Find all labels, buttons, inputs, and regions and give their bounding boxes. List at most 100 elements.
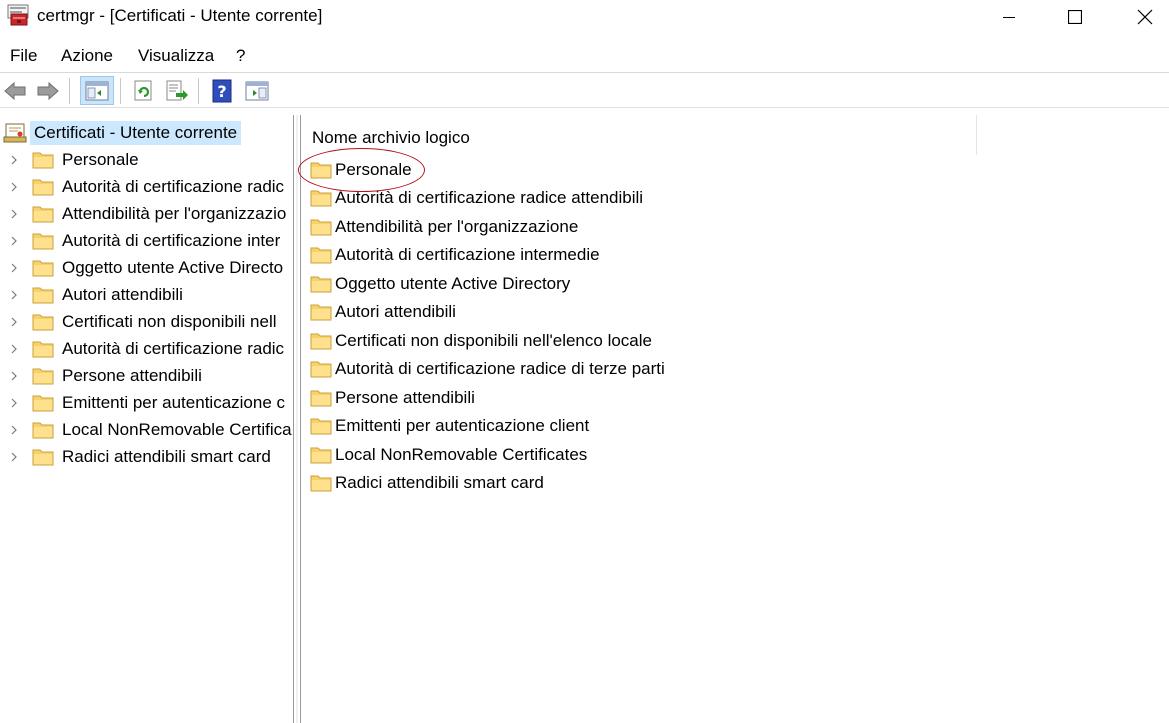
tree-item-label: Autorità di certificazione radic bbox=[62, 177, 285, 196]
folder-icon bbox=[310, 418, 332, 435]
column-divider[interactable] bbox=[976, 115, 977, 155]
toolbar-separator bbox=[120, 78, 121, 104]
folder-icon bbox=[310, 162, 332, 179]
tree-item[interactable]: Persone attendibili bbox=[0, 363, 293, 390]
folder-icon bbox=[32, 395, 54, 412]
folder-icon bbox=[310, 361, 332, 378]
tree-item-label: Autorità di certificazione inter bbox=[62, 231, 281, 250]
export-list-button[interactable] bbox=[164, 78, 190, 104]
tree-item[interactable]: Local NonRemovable Certifica bbox=[0, 417, 293, 444]
pane-splitter[interactable] bbox=[293, 115, 301, 723]
menu-help[interactable]: ? bbox=[236, 46, 245, 66]
export-list-icon bbox=[166, 80, 188, 101]
column-header-name[interactable]: Nome archivio logico bbox=[312, 128, 470, 148]
tree-item[interactable]: Attendibilità per l'organizzazio bbox=[0, 201, 293, 228]
tree-item[interactable]: Autori attendibili bbox=[0, 282, 293, 309]
list-item[interactable]: Oggetto utente Active Directory bbox=[301, 270, 1161, 298]
tree-item[interactable]: Personale bbox=[0, 147, 293, 174]
toolbar-separator bbox=[198, 78, 199, 104]
list-item-label: Emittenti per autenticazione client bbox=[335, 416, 590, 435]
tree-item-label: Attendibilità per l'organizzazio bbox=[62, 204, 287, 223]
close-button[interactable] bbox=[1122, 0, 1168, 33]
tree-item-label: Personale bbox=[62, 150, 139, 169]
list-item[interactable]: Attendibilità per l'organizzazione bbox=[301, 213, 1161, 241]
chevron-right-icon[interactable] bbox=[8, 370, 20, 382]
tree-item-label: Radici attendibili smart card bbox=[62, 447, 271, 466]
chevron-right-icon[interactable] bbox=[8, 424, 20, 436]
certmgr-app-icon[interactable] bbox=[7, 4, 31, 26]
folder-icon bbox=[32, 449, 54, 466]
pane-splitter-grip bbox=[296, 115, 298, 723]
chevron-right-icon[interactable] bbox=[8, 343, 20, 355]
list-item[interactable]: Personale bbox=[301, 156, 1161, 184]
details-list[interactable]: Nome archivio logico Personale Autorità … bbox=[301, 115, 1169, 723]
toolbar-divider bbox=[0, 107, 1169, 108]
chevron-right-icon[interactable] bbox=[8, 208, 20, 220]
list-item[interactable]: Local NonRemovable Certificates bbox=[301, 441, 1161, 469]
list-item-label: Radici attendibili smart card bbox=[335, 473, 544, 492]
window-title: certmgr - [Certificati - Utente corrente… bbox=[37, 6, 323, 25]
folder-icon bbox=[310, 447, 332, 464]
list-item[interactable]: Autorità di certificazione radice di ter… bbox=[301, 355, 1161, 383]
list-item[interactable]: Autori attendibili bbox=[301, 298, 1161, 326]
tree-root-label: Certificati - Utente corrente bbox=[30, 121, 242, 145]
console-tree[interactable]: Certificati - Utente corrente Personale … bbox=[0, 115, 293, 723]
tree-item[interactable]: Emittenti per autenticazione c bbox=[0, 390, 293, 417]
chevron-right-icon[interactable] bbox=[8, 289, 20, 301]
list-item-label: Persone attendibili bbox=[335, 388, 475, 407]
tree-item[interactable]: Oggetto utente Active Directo bbox=[0, 255, 293, 282]
show-hide-console-tree-icon bbox=[85, 81, 109, 100]
list-item[interactable]: Autorità di certificazione radice attend… bbox=[301, 184, 1161, 212]
list-item-label: Oggetto utente Active Directory bbox=[335, 274, 571, 293]
list-item[interactable]: Certificati non disponibili nell'elenco … bbox=[301, 327, 1161, 355]
list-item-label: Autorità di certificazione intermedie bbox=[335, 245, 600, 264]
list-item-label: Autorità di certificazione radice attend… bbox=[335, 188, 644, 207]
refresh-icon bbox=[134, 80, 152, 101]
list-item[interactable]: Emittenti per autenticazione client bbox=[301, 412, 1161, 440]
list-item-label: Autorità di certificazione radice di ter… bbox=[335, 359, 665, 378]
folder-icon bbox=[32, 152, 54, 169]
chevron-right-icon[interactable] bbox=[8, 451, 20, 463]
back-arrow-icon bbox=[4, 81, 26, 101]
list-item[interactable]: Persone attendibili bbox=[301, 384, 1161, 412]
chevron-right-icon[interactable] bbox=[8, 316, 20, 328]
show-hide-console-tree-button[interactable] bbox=[80, 76, 114, 105]
chevron-right-icon[interactable] bbox=[8, 235, 20, 247]
menu-visualizza[interactable]: Visualizza bbox=[138, 46, 214, 66]
back-button[interactable] bbox=[2, 78, 28, 104]
forward-arrow-icon bbox=[37, 81, 59, 101]
chevron-right-icon[interactable] bbox=[8, 154, 20, 166]
tree-item[interactable]: Autorità di certificazione inter bbox=[0, 228, 293, 255]
list-item[interactable]: Autorità di certificazione intermedie bbox=[301, 241, 1161, 269]
list-item-label: Autori attendibili bbox=[335, 302, 456, 321]
menu-azione[interactable]: Azione bbox=[61, 46, 113, 66]
list-item-label: Local NonRemovable Certificates bbox=[335, 445, 588, 464]
help-button[interactable]: ? bbox=[209, 78, 235, 104]
folder-icon bbox=[32, 422, 54, 439]
list-item-label: Attendibilità per l'organizzazione bbox=[335, 217, 579, 236]
folder-icon bbox=[32, 341, 54, 358]
svg-text:?: ? bbox=[217, 82, 226, 101]
tree-item[interactable]: Radici attendibili smart card bbox=[0, 444, 293, 471]
close-icon bbox=[1137, 9, 1153, 24]
folder-icon bbox=[310, 276, 332, 293]
minimize-button[interactable] bbox=[986, 0, 1032, 33]
folder-icon bbox=[32, 260, 54, 277]
chevron-right-icon[interactable] bbox=[8, 181, 20, 193]
tree-item[interactable]: Certificati non disponibili nell bbox=[0, 309, 293, 336]
forward-button[interactable] bbox=[35, 78, 61, 104]
menu-file[interactable]: File bbox=[10, 46, 37, 66]
title-bar: certmgr - [Certificati - Utente corrente… bbox=[0, 0, 1169, 33]
tree-item[interactable]: Autorità di certificazione radic bbox=[0, 336, 293, 363]
list-item[interactable]: Radici attendibili smart card bbox=[301, 469, 1161, 497]
show-hide-action-pane-button[interactable] bbox=[244, 78, 270, 104]
tree-item[interactable]: Autorità di certificazione radic bbox=[0, 174, 293, 201]
chevron-right-icon[interactable] bbox=[8, 397, 20, 409]
folder-icon bbox=[32, 206, 54, 223]
tree-item-label: Emittenti per autenticazione c bbox=[62, 393, 286, 412]
show-hide-action-pane-icon bbox=[245, 81, 269, 101]
folder-icon bbox=[32, 179, 54, 196]
refresh-button[interactable] bbox=[131, 78, 157, 104]
chevron-right-icon[interactable] bbox=[8, 262, 20, 274]
maximize-button[interactable] bbox=[1052, 0, 1098, 33]
